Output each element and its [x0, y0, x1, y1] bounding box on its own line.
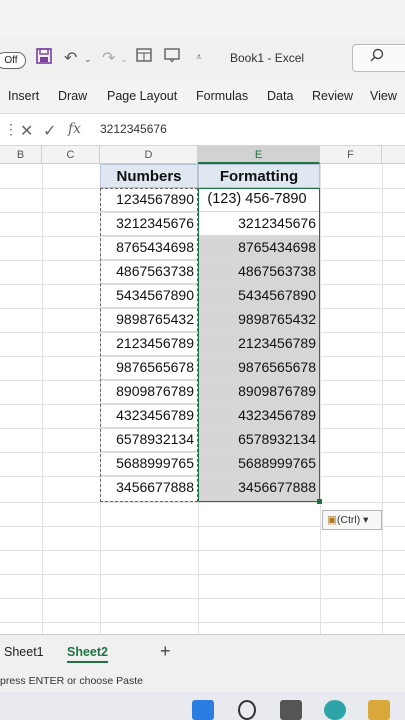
customize-qat-icon[interactable]: ⩡ [196, 52, 202, 63]
search-icon[interactable] [370, 48, 384, 67]
chevron-down-icon: ▾ [360, 514, 369, 526]
taskbar [0, 692, 405, 720]
tab-insert[interactable]: Insert [8, 89, 39, 103]
undo-dropdown-icon[interactable]: ⌄ [84, 54, 92, 65]
form-icon[interactable] [164, 48, 180, 67]
tab-view[interactable]: View [370, 89, 397, 103]
more-options-icon[interactable]: ⋮ [4, 121, 18, 138]
column-header-b[interactable]: B [0, 146, 42, 164]
selection-border [198, 188, 320, 502]
column-header-e[interactable]: E [198, 146, 320, 164]
cancel-icon[interactable]: ✕ [20, 121, 33, 141]
tab-data[interactable]: Data [267, 89, 293, 103]
table-icon[interactable] [136, 48, 152, 67]
ribbon-tabs: Insert Draw Page Layout Formulas Data Re… [0, 80, 405, 114]
header-formatting[interactable]: Formatting [198, 164, 320, 188]
browser-icon[interactable] [324, 700, 346, 720]
title-bar: Off ↶ ⌄ ↷ ⌄ ⩡ Book1 - Excel [0, 36, 405, 80]
add-sheet-icon[interactable]: + [160, 641, 171, 662]
formula-input[interactable]: 3212345676 [92, 118, 405, 142]
column-header-f[interactable]: F [320, 146, 382, 164]
fill-handle[interactable] [317, 499, 322, 504]
sheet-tabs: Sheet1 Sheet2 + [0, 634, 405, 670]
column-header-c[interactable]: C [42, 146, 100, 164]
windows-start-icon[interactable] [192, 700, 214, 720]
status-bar: press ENTER or choose Paste [0, 670, 405, 692]
task-view-icon[interactable] [280, 700, 302, 720]
redo-icon[interactable]: ↷ [102, 48, 115, 68]
tab-review[interactable]: Review [312, 89, 353, 103]
tab-page-layout[interactable]: Page Layout [107, 89, 177, 103]
taskbar-search-icon[interactable] [238, 700, 256, 720]
undo-icon[interactable]: ↶ [64, 48, 77, 68]
clipboard-icon: ▣ [327, 514, 337, 526]
status-text: press ENTER or choose Paste [0, 675, 143, 687]
header-numbers[interactable]: Numbers [100, 164, 198, 188]
enter-icon[interactable]: ✓ [43, 121, 56, 141]
worksheet-grid[interactable]: Numbers Formatting 1234567890 (123) 456-… [0, 164, 405, 634]
sheet-tab-sheet2[interactable]: Sheet2 [67, 645, 108, 663]
formula-input-value: 3212345676 [100, 122, 167, 136]
file-explorer-icon[interactable] [368, 700, 390, 720]
paste-options-label: (Ctrl) [336, 514, 361, 526]
paste-options-button[interactable]: ▣(Ctrl) ▾ [322, 510, 382, 530]
redo-dropdown-icon[interactable]: ⌄ [120, 54, 128, 65]
column-header-d[interactable]: D [100, 146, 198, 164]
save-icon[interactable] [36, 48, 52, 69]
tab-formulas[interactable]: Formulas [196, 89, 248, 103]
autosave-toggle[interactable]: Off [0, 52, 26, 69]
tab-draw[interactable]: Draw [58, 89, 87, 103]
copy-marquee [100, 188, 198, 502]
insert-function-icon[interactable]: fx [68, 121, 81, 137]
column-headers: B C D E F [0, 146, 405, 164]
window-title: Book1 - Excel [230, 51, 305, 65]
sheet-tab-sheet1[interactable]: Sheet1 [4, 645, 44, 659]
